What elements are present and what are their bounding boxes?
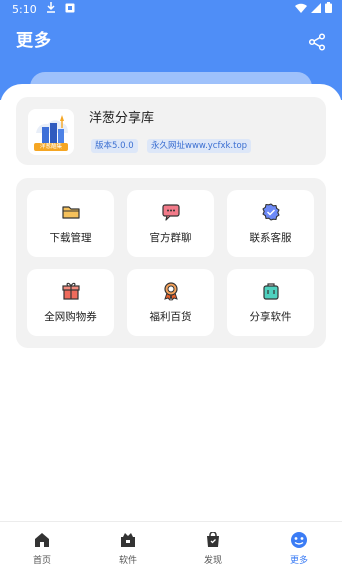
gift-icon: [61, 281, 81, 301]
welfare-store-tile[interactable]: 福利百货: [127, 269, 214, 336]
share-icon: [308, 33, 326, 51]
nav-label: 更多: [289, 556, 308, 566]
download-status-icon: [46, 2, 56, 16]
page-title: 更多: [16, 31, 52, 51]
customer-service-tile[interactable]: 联系客服: [227, 190, 314, 257]
nav-more[interactable]: 更多: [269, 522, 329, 570]
more-icon: [290, 531, 308, 549]
download-manager-tile[interactable]: 下载管理: [27, 190, 114, 257]
discover-icon: [204, 531, 222, 549]
shopping-coupon-tile[interactable]: 全网购物券: [27, 269, 114, 336]
app-logo-text: 洋葱酷集: [39, 144, 62, 150]
tile-label: 全网购物券: [44, 311, 97, 323]
notification-status-icon: [65, 3, 75, 16]
share-app-tile[interactable]: 分享软件: [227, 269, 314, 336]
apps-icon: [119, 531, 137, 549]
status-time: 5:10: [12, 2, 37, 16]
tile-label: 下载管理: [49, 232, 92, 244]
nav-software[interactable]: 软件: [98, 522, 158, 570]
app-logo: 洋葱酷集: [28, 109, 74, 155]
tile-label: 分享软件: [249, 311, 292, 323]
battery-icon: [325, 2, 332, 16]
feature-grid: 下载管理 官方群聊 联系客服 全网购物券 福利百货 分享软件: [16, 178, 326, 348]
tile-label: 福利百货: [149, 311, 192, 323]
nav-home[interactable]: 首页: [12, 522, 72, 570]
share-button[interactable]: [306, 31, 328, 53]
nav-label: 首页: [32, 556, 51, 566]
service-icon: [261, 202, 281, 222]
chat-icon: [161, 202, 181, 222]
bottom-nav: 首页 软件 发现 更多: [0, 521, 342, 570]
bag-icon: [261, 281, 281, 301]
official-group-tile[interactable]: 官方群聊: [127, 190, 214, 257]
folder-icon: [61, 202, 81, 222]
tile-label: 联系客服: [249, 232, 292, 244]
tile-label: 官方群聊: [149, 232, 192, 244]
app-name: 洋葱分享库: [89, 111, 155, 126]
wifi-icon: [295, 3, 307, 16]
signal-icon: [311, 2, 321, 16]
status-bar: 5:10: [0, 0, 342, 18]
nav-label: 发现: [203, 556, 222, 566]
app-info-card: 洋葱酷集 洋葱分享库 版本5.0.0 永久网址www.ycfxk.top: [16, 97, 326, 165]
nav-label: 软件: [118, 556, 137, 566]
nav-discover[interactable]: 发现: [183, 522, 243, 570]
home-icon: [33, 531, 51, 549]
version-badge: 版本5.0.0: [91, 139, 138, 153]
medal-icon: [161, 281, 181, 301]
url-badge[interactable]: 永久网址www.ycfxk.top: [147, 139, 252, 153]
